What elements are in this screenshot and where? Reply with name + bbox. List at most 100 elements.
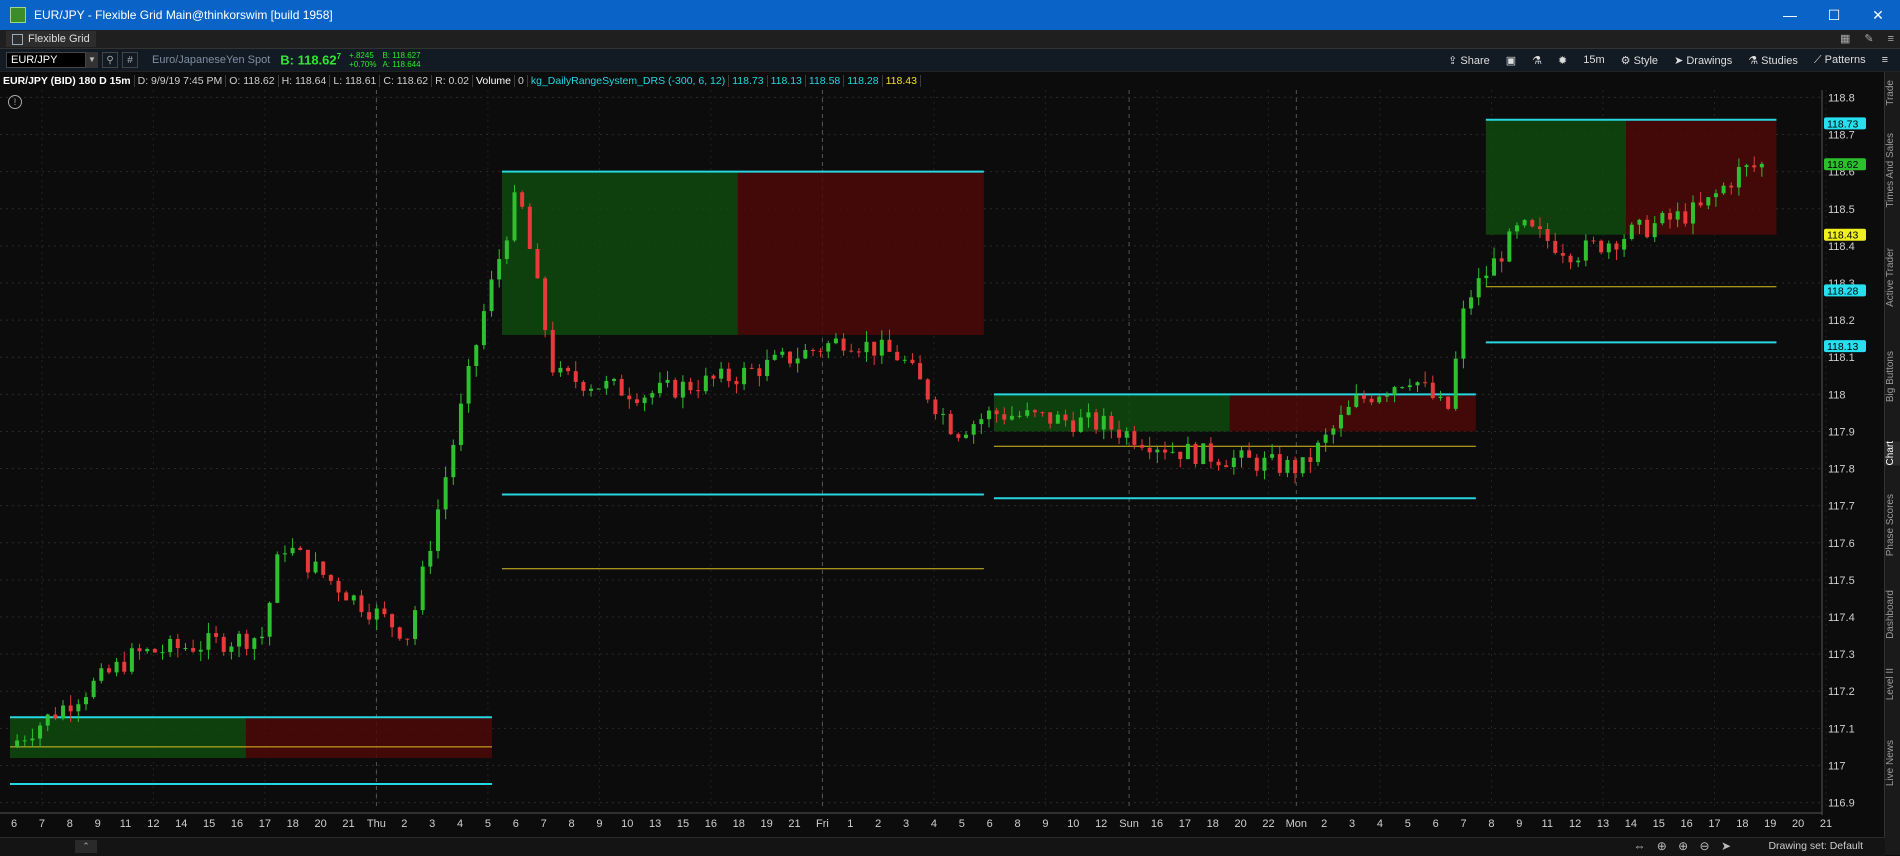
snapshot-button[interactable]: ▣ (1506, 54, 1516, 67)
status-bar: ⌃ ⇔ ⊕ ⊕ ⊖ ➤ Drawing set: Default (0, 837, 1885, 856)
candle-body (114, 661, 119, 673)
studies-button[interactable]: ⚗ Studies (1748, 54, 1798, 67)
collapse-panel-button[interactable]: ⌃ (75, 840, 97, 853)
sidetab-phase-scores[interactable]: Phase Scores (1885, 494, 1900, 556)
bid-ask: B: 118.627 A: 118.644 (382, 51, 420, 69)
candle-body (198, 649, 203, 652)
candle-body (1668, 213, 1673, 220)
candle-body (1300, 457, 1305, 474)
candle-body (627, 395, 632, 400)
style-button[interactable]: ⚙ Style (1621, 54, 1658, 67)
drawing-set-label: Drawing set: Default (1768, 840, 1863, 852)
net-change: +.8245 +0.70% (349, 51, 376, 69)
drawings-button[interactable]: ➤ Drawings (1674, 54, 1732, 67)
x-tick-label: 20 (1792, 818, 1804, 830)
menu-icon[interactable]: ≡ (1888, 30, 1894, 48)
cursor-icon: ➤ (1674, 54, 1684, 67)
x-tick-label: 4 (931, 818, 937, 830)
x-tick-label: 11 (120, 818, 131, 830)
sidetab-big-buttons[interactable]: Big Buttons (1885, 351, 1900, 402)
candle-body (703, 375, 708, 392)
share-icon: ⇪ (1448, 54, 1458, 67)
bar-high: H: 118.64 (279, 75, 331, 87)
x-tick-label: 15 (1653, 818, 1665, 830)
maximize-button[interactable]: ☐ (1812, 7, 1856, 24)
hash-icon[interactable]: # (122, 52, 138, 68)
flask-icon[interactable]: ⚗ (1532, 54, 1542, 67)
close-button[interactable]: ✕ (1856, 7, 1900, 24)
volume-label[interactable]: Volume (473, 75, 516, 87)
y-tick-label: 117.5 (1828, 575, 1855, 587)
link-icon[interactable]: ⚲ (102, 52, 118, 68)
chart-svg[interactable]: 118.8118.7118.6118.5118.4118.3118.2118.1… (0, 90, 1885, 837)
gear-icon[interactable]: ✹ (1558, 54, 1567, 67)
candle-body (986, 410, 991, 420)
bid-value: B: 118.62 (280, 52, 337, 68)
candle-body (1713, 193, 1718, 198)
chevron-down-icon[interactable]: ▼ (86, 52, 98, 68)
candle-body (106, 668, 111, 673)
candle-body (374, 608, 379, 620)
candle-body (68, 705, 73, 712)
candle-body (1323, 434, 1328, 443)
candle-body (191, 647, 196, 652)
sidetab-dashboard[interactable]: Dashboard (1885, 590, 1900, 639)
minimize-button[interactable]: — (1768, 7, 1812, 24)
candle-body (183, 647, 188, 649)
price-chart[interactable]: 118.8 118.7 118.6 118.5 118.4 118.3 118.2 118.1… (0, 90, 1885, 837)
candle-body (221, 636, 226, 652)
candle-body (619, 378, 624, 396)
candle-body (1048, 412, 1053, 424)
candle-body (1752, 165, 1757, 168)
candle-body (1162, 449, 1167, 453)
bar-range: R: 0.02 (432, 75, 473, 87)
candle-body (1002, 414, 1007, 420)
x-tick-label: 6 (987, 818, 993, 830)
window-title: EUR/JPY - Flexible Grid Main@thinkorswim… (34, 8, 333, 22)
x-tick-label: 2 (875, 818, 881, 830)
thinkorswim-logo-icon (10, 7, 26, 23)
pin-icon[interactable]: ✎ (1864, 30, 1873, 48)
share-button[interactable]: ⇪ Share (1448, 54, 1490, 67)
alert-icon[interactable]: ! (8, 95, 22, 109)
candle-body (1377, 396, 1382, 403)
grid-layout-icon[interactable]: ▦ (1840, 30, 1850, 48)
x-tick-label: Mon (1286, 818, 1307, 830)
x-tick-label: 3 (429, 818, 435, 830)
candle-body (1231, 457, 1236, 468)
sidetab-trade[interactable]: Trade (1885, 80, 1900, 106)
candle-body (1101, 415, 1106, 430)
study-value-5: 118.43 (883, 75, 921, 87)
candle-body (604, 380, 609, 389)
sidetab-live-news[interactable]: Live News (1885, 740, 1900, 786)
red-zone (1229, 394, 1476, 432)
candle-body (1645, 219, 1650, 238)
candle-body (328, 574, 333, 581)
x-tick-label: 21 (788, 818, 800, 830)
candle-body (1285, 460, 1290, 473)
interval-selector[interactable]: 15m (1583, 54, 1604, 66)
candle-body (1208, 443, 1213, 462)
x-tick-label: 20 (315, 818, 327, 830)
menu-icon[interactable]: ≡ (1882, 54, 1888, 66)
symbol-input[interactable] (6, 52, 86, 68)
candle-body (964, 434, 969, 438)
tab-flexible-grid[interactable]: Flexible Grid (6, 31, 96, 47)
candle-body (1086, 412, 1091, 418)
candle-body (1178, 451, 1183, 460)
candle-body (711, 375, 716, 379)
tab-label: Flexible Grid (28, 33, 90, 45)
candle-body (1522, 220, 1527, 226)
zoom-controls[interactable]: ⇔ ⊕ ⊕ ⊖ ➤ (1633, 839, 1735, 853)
sidetab-chart[interactable]: Chart (1885, 440, 1900, 466)
sidetab-active-trader[interactable]: Active Trader (1885, 248, 1900, 307)
sidetab-level-ii[interactable]: Level II (1885, 668, 1900, 700)
sidetab-times-and-sales[interactable]: Times And Sales (1885, 133, 1900, 208)
study-label[interactable]: kg_DailyRangeSystem_DRS (-300, 6, 12) (528, 75, 730, 87)
candle-body (305, 549, 310, 573)
patterns-button[interactable]: ⟋ Patterns (1814, 54, 1866, 67)
study-value-2: 118.13 (768, 75, 806, 87)
candle-body (1308, 457, 1313, 462)
candle-body (168, 638, 173, 653)
x-tick-label: 13 (1597, 818, 1609, 830)
